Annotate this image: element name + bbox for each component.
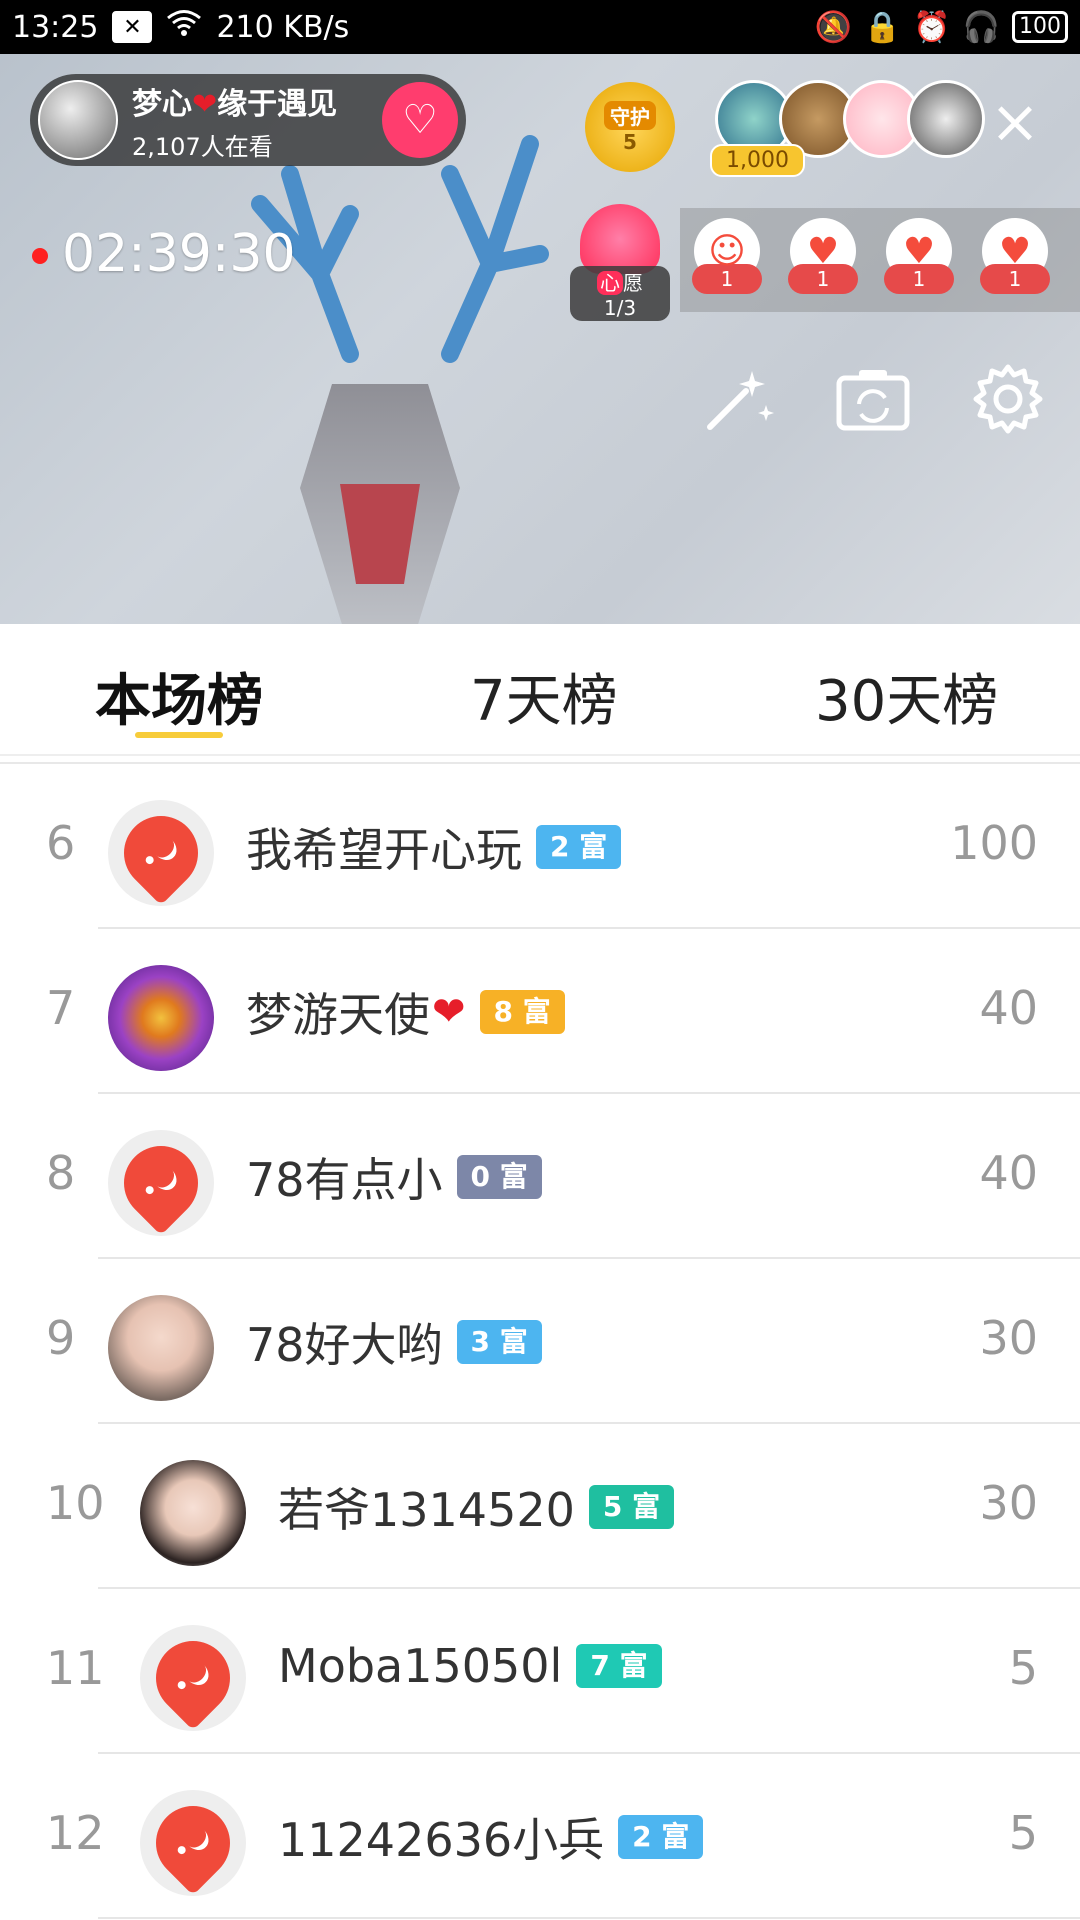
- wealth-badge: 0 富: [456, 1155, 542, 1199]
- score: 5: [1008, 1641, 1038, 1695]
- tab-seven-day[interactable]: 7天榜: [470, 656, 618, 737]
- heart-icon: ❤: [432, 989, 466, 1035]
- contribution-badge: 1,000: [710, 144, 805, 177]
- live-timer: 02:39:30: [62, 224, 296, 284]
- default-avatar-icon: [108, 1130, 214, 1236]
- gift-item[interactable]: ♥ 1: [980, 218, 1050, 294]
- gift-strip[interactable]: ☺ 1 ♥ 1 ♥ 1 ♥ 1: [680, 208, 1080, 312]
- beauty-wand-button[interactable]: [693, 354, 783, 444]
- status-bar: 13:25 ✕ 210 KB/s 🔕 🔒 ⏰ 🎧 100: [0, 0, 1080, 54]
- wealth-badge: 2 富: [618, 1815, 704, 1859]
- list-item[interactable]: 6 我希望开心玩 2 富 100: [0, 764, 1080, 929]
- guard-badge[interactable]: 守护 5: [585, 82, 675, 172]
- settings-button[interactable]: [963, 354, 1053, 444]
- magic-wand-icon: [707, 371, 774, 430]
- score: 30: [979, 1476, 1038, 1530]
- list-item[interactable]: 11 Moba15050l 7 富 5: [0, 1589, 1080, 1754]
- score: 5: [1008, 1806, 1038, 1860]
- user-name: 若爷1314520 5 富: [278, 1474, 675, 1540]
- wish-widget[interactable]: 心愿 1/3: [570, 204, 670, 321]
- viewer-avatar[interactable]: [907, 80, 985, 158]
- live-video[interactable]: 梦心❤缘于遇见 2,107人在看 ♡ 守护 5 1,000 × 02:39:30…: [0, 54, 1080, 624]
- active-tab-indicator: [135, 732, 223, 738]
- score: 40: [979, 981, 1038, 1035]
- avatar[interactable]: [108, 965, 214, 1071]
- user-name: Moba15050l 7 富: [278, 1639, 662, 1693]
- rank-number: 10: [46, 1476, 105, 1530]
- list-item[interactable]: 7 梦游天使 ❤ 8 富 40: [0, 929, 1080, 1094]
- lock-icon: 🔒: [863, 9, 902, 45]
- status-time: 13:25: [12, 9, 99, 45]
- camera-switch-icon: [836, 370, 910, 431]
- wealth-badge: 5 富: [588, 1485, 675, 1529]
- score: 30: [979, 1311, 1038, 1365]
- rank-number: 6: [46, 816, 76, 870]
- guard-label: 守护: [604, 100, 656, 130]
- score: 100: [950, 816, 1038, 870]
- avatar[interactable]: [140, 1460, 246, 1566]
- list-item[interactable]: 9 78好大哟 3 富 30: [0, 1259, 1080, 1424]
- mute-icon: 🔕: [814, 9, 852, 45]
- wifi-icon: [166, 9, 202, 45]
- notification-icon: ✕: [112, 11, 153, 43]
- rank-number: 12: [46, 1806, 105, 1860]
- user-name: 78有点小 0 富: [246, 1144, 542, 1210]
- user-name: 11242636小兵 2 富: [278, 1804, 704, 1870]
- flip-camera-button[interactable]: [828, 354, 918, 444]
- default-avatar-icon: [140, 1790, 246, 1896]
- avatar[interactable]: [108, 1130, 214, 1236]
- wealth-badge: 8 富: [479, 990, 565, 1034]
- follow-button[interactable]: ♡: [382, 82, 458, 158]
- score: 40: [979, 1146, 1038, 1200]
- divider: [98, 1917, 1080, 1919]
- default-avatar-icon: [140, 1625, 246, 1731]
- user-name: 我希望开心玩 2 富: [246, 814, 622, 880]
- avatar[interactable]: [140, 1625, 246, 1731]
- list-item[interactable]: 8 78有点小 0 富 40: [0, 1094, 1080, 1259]
- avatar[interactable]: [108, 1295, 214, 1401]
- gear-icon: [973, 364, 1043, 434]
- user-name: 78好大哟 3 富: [246, 1309, 542, 1375]
- recording-dot-icon: [32, 248, 48, 264]
- wish-heart-icon: [580, 204, 660, 274]
- alarm-icon: ⏰: [913, 9, 951, 45]
- battery-indicator: 100: [1012, 11, 1068, 43]
- default-avatar-icon: [108, 800, 214, 906]
- rank-number: 11: [46, 1641, 105, 1695]
- list-item[interactable]: 12 11242636小兵 2 富 5: [0, 1754, 1080, 1919]
- host-name: 梦心❤缘于遇见: [132, 86, 338, 122]
- wealth-badge: 3 富: [456, 1320, 542, 1364]
- viewer-count: 2,107人在看: [132, 132, 273, 161]
- tab-current-session[interactable]: 本场榜: [95, 656, 263, 737]
- headphones-icon: 🎧: [962, 9, 1000, 45]
- network-speed: 210 KB/s: [216, 9, 350, 45]
- avatar[interactable]: [108, 800, 214, 906]
- rank-number: 9: [46, 1311, 76, 1365]
- guard-count: 5: [623, 129, 637, 154]
- avatar[interactable]: [140, 1790, 246, 1896]
- ranking-tabs: 本场榜 7天榜 30天榜: [0, 624, 1080, 756]
- gift-item[interactable]: ♥ 1: [788, 218, 858, 294]
- close-icon[interactable]: ×: [985, 92, 1045, 152]
- user-name: 梦游天使 ❤ 8 富: [246, 979, 565, 1045]
- list-item[interactable]: 10 若爷1314520 5 富 30: [0, 1424, 1080, 1589]
- rank-number: 8: [46, 1146, 76, 1200]
- gift-item[interactable]: ☺ 1: [692, 218, 762, 294]
- heart-plus-icon: ♡: [402, 97, 438, 143]
- host-info-pill[interactable]: 梦心❤缘于遇见 2,107人在看 ♡: [30, 74, 466, 166]
- wealth-badge: 2 富: [536, 825, 622, 869]
- gift-item[interactable]: ♥ 1: [884, 218, 954, 294]
- tab-thirty-day[interactable]: 30天榜: [815, 656, 998, 737]
- wish-label: 心愿 1/3: [570, 266, 670, 321]
- host-avatar[interactable]: [38, 80, 118, 160]
- rank-number: 7: [46, 981, 76, 1035]
- wealth-badge: 7 富: [576, 1644, 662, 1688]
